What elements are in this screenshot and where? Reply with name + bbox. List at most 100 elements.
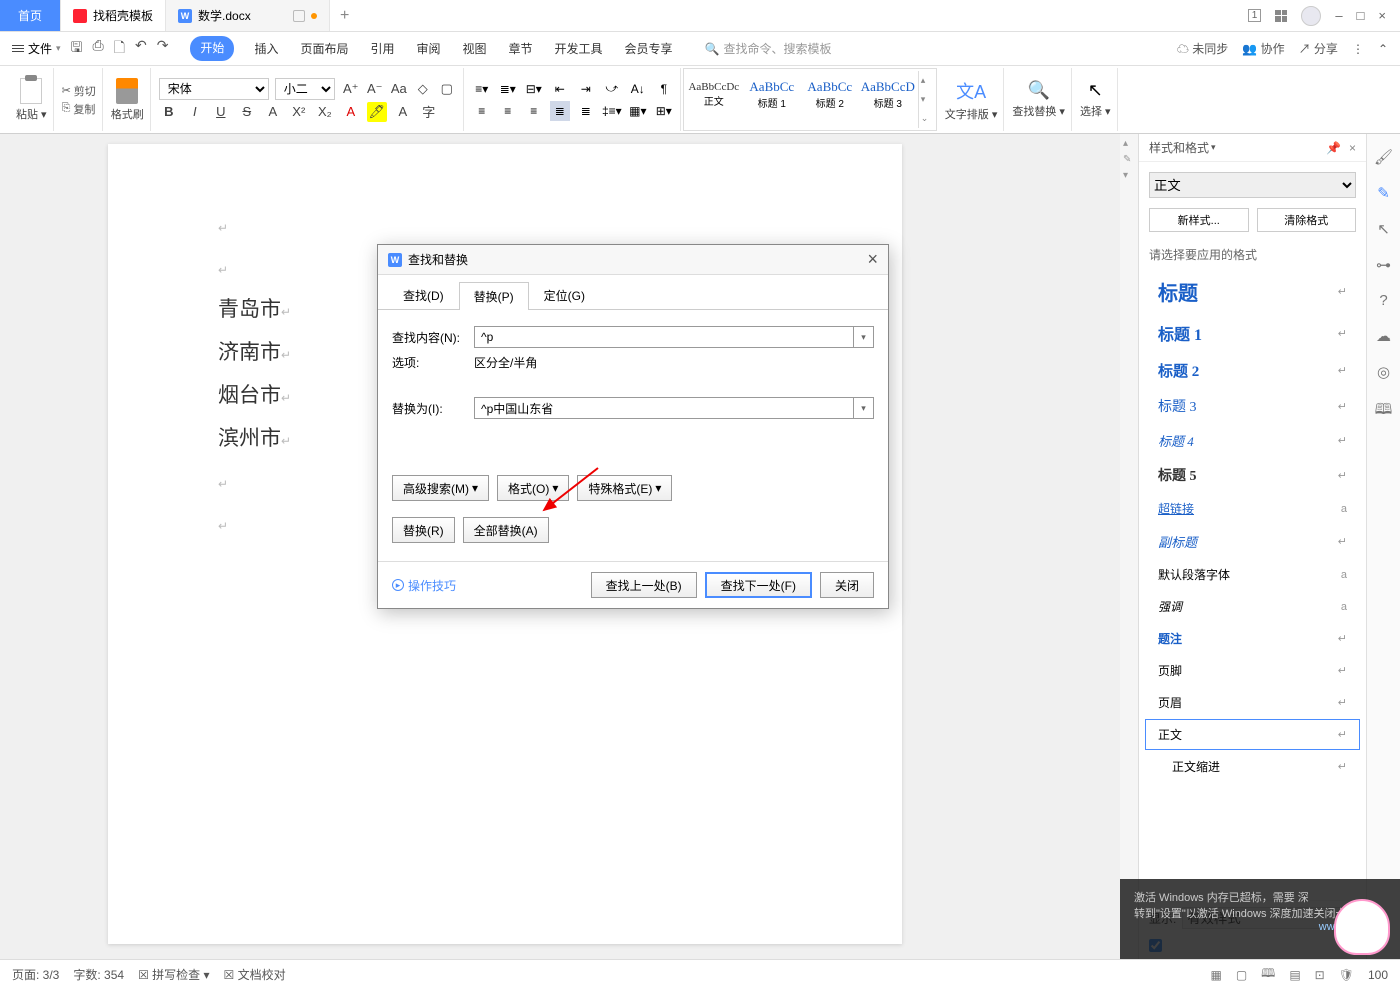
- grow-font-icon[interactable]: A⁺: [341, 79, 361, 99]
- close-panel-icon[interactable]: ×: [1349, 141, 1356, 155]
- style-heading3[interactable]: AaBbCcD标题 3: [860, 71, 916, 117]
- tab-replace[interactable]: 替换(P): [459, 282, 529, 310]
- tab-icon[interactable]: ⤻: [602, 79, 622, 99]
- current-style-select[interactable]: 正文: [1149, 172, 1356, 198]
- char-border-icon[interactable]: 字: [419, 102, 439, 122]
- style-item[interactable]: 题注↵: [1145, 623, 1360, 654]
- view-read-icon[interactable]: 🕮: [1261, 964, 1275, 985]
- word-count[interactable]: 字数: 354: [73, 966, 124, 983]
- bullet-list-icon[interactable]: ≡▾: [472, 79, 492, 99]
- menu-start[interactable]: 开始: [190, 36, 234, 61]
- style-item[interactable]: 副标题↵: [1145, 525, 1360, 558]
- page-status[interactable]: 页面: 3/3: [12, 966, 59, 983]
- showmarks-icon[interactable]: ¶: [654, 79, 674, 99]
- redo-icon[interactable]: ↷: [157, 37, 169, 61]
- font-size-select[interactable]: 小二: [275, 78, 335, 100]
- style-item[interactable]: 超链接a: [1145, 493, 1360, 524]
- zoom-value[interactable]: 100: [1368, 968, 1388, 982]
- view-nav-icon[interactable]: ▦: [1210, 968, 1221, 982]
- underline-icon[interactable]: U: [211, 102, 231, 122]
- number-list-icon[interactable]: ≣▾: [498, 79, 518, 99]
- target-icon[interactable]: ◎: [1377, 363, 1390, 381]
- tabcount-badge[interactable]: 1: [1248, 9, 1262, 22]
- line-spacing-icon[interactable]: ‡≡▾: [602, 101, 622, 121]
- style-heading1[interactable]: AaBbCc标题 1: [744, 71, 800, 117]
- fontcolor-icon[interactable]: A: [341, 102, 361, 122]
- text-effect-icon[interactable]: A: [263, 102, 283, 122]
- align-center-icon[interactable]: ≡: [498, 101, 518, 121]
- style-item[interactable]: 标题 1↵: [1145, 314, 1360, 352]
- cloud-icon[interactable]: ☁: [1376, 327, 1391, 345]
- preview-icon[interactable]: 🗋: [114, 37, 125, 61]
- style-item[interactable]: 页脚↵: [1145, 655, 1360, 686]
- italic-icon[interactable]: I: [185, 102, 205, 122]
- tab-window-icon[interactable]: [293, 10, 305, 22]
- menu-references[interactable]: 引用: [368, 36, 396, 61]
- shrink-font-icon[interactable]: A⁻: [365, 79, 385, 99]
- bold-icon[interactable]: B: [159, 102, 179, 122]
- highlight-icon[interactable]: 🖊: [367, 102, 387, 122]
- style-item[interactable]: 标题 2↵: [1145, 353, 1360, 388]
- tab-document[interactable]: W 数学.docx: [166, 0, 330, 31]
- print-icon[interactable]: ⎙: [92, 37, 103, 61]
- style-heading2[interactable]: AaBbCc标题 2: [802, 71, 858, 117]
- scrolldown-icon[interactable]: ▾: [1123, 170, 1135, 182]
- cursor-icon[interactable]: ↖: [1377, 220, 1390, 238]
- change-case-icon[interactable]: Aa: [389, 79, 409, 99]
- find-input[interactable]: [474, 326, 854, 348]
- align-distribute-icon[interactable]: ≣: [576, 101, 596, 121]
- tab-goto[interactable]: 定位(G): [529, 281, 600, 309]
- pin-icon[interactable]: 📌: [1326, 141, 1341, 155]
- paste-icon[interactable]: [20, 78, 42, 104]
- replace-all-button[interactable]: 全部替换(A): [463, 517, 549, 543]
- command-search[interactable]: 🔍 查找命令、搜索模板: [705, 40, 832, 57]
- textdir-group[interactable]: 文A 文字排版 ▾: [939, 68, 1005, 131]
- style-item[interactable]: 强调a: [1145, 591, 1360, 622]
- edit-icon[interactable]: ✎: [1377, 184, 1390, 202]
- char-shading-icon[interactable]: A: [393, 102, 413, 122]
- menu-pagelayout[interactable]: 页面布局: [298, 36, 350, 61]
- replace-dropdown-icon[interactable]: ▾: [854, 397, 874, 419]
- border-icon[interactable]: ▢: [437, 79, 457, 99]
- menu-vip[interactable]: 会员专享: [623, 36, 675, 61]
- style-item[interactable]: 页眉↵: [1145, 687, 1360, 718]
- avatar[interactable]: [1301, 6, 1321, 26]
- scrollup-icon[interactable]: ▴: [1123, 138, 1135, 150]
- brush-icon[interactable]: 🖌: [1374, 148, 1393, 166]
- shield-icon[interactable]: 🛡: [1339, 968, 1354, 982]
- file-menu[interactable]: 文件▾: [12, 40, 61, 57]
- sync-button[interactable]: ☁ 未同步: [1177, 40, 1228, 57]
- apps-icon[interactable]: [1275, 10, 1287, 22]
- dialog-titlebar[interactable]: W 查找和替换 ×: [378, 245, 888, 275]
- paste-label[interactable]: 粘贴 ▾: [16, 106, 47, 122]
- dialog-close-icon[interactable]: ×: [867, 249, 878, 270]
- style-item[interactable]: 正文缩进↵: [1145, 751, 1360, 782]
- style-item[interactable]: 标题↵: [1145, 270, 1360, 313]
- style-item[interactable]: 默认段落字体a: [1145, 559, 1360, 590]
- select-group[interactable]: ↖ 选择 ▾: [1074, 68, 1118, 131]
- find-dropdown-icon[interactable]: ▾: [854, 326, 874, 348]
- style-item[interactable]: 标题 3↵: [1145, 389, 1360, 423]
- tab-add-button[interactable]: +: [330, 0, 360, 31]
- cut-button[interactable]: ✂ 剪切: [62, 83, 96, 99]
- tab-home[interactable]: 首页: [0, 0, 61, 31]
- clear-format-icon[interactable]: ◇: [413, 79, 433, 99]
- menu-insert[interactable]: 插入: [252, 36, 280, 61]
- font-family-select[interactable]: 宋体: [159, 78, 269, 100]
- style-item[interactable]: 正文↵: [1145, 719, 1360, 750]
- menu-devtools[interactable]: 开发工具: [553, 36, 605, 61]
- view-web-icon[interactable]: ▤: [1289, 968, 1300, 982]
- proofread-button[interactable]: ☒ 文档校对: [224, 966, 286, 983]
- tips-link[interactable]: ▸操作技巧: [392, 577, 456, 594]
- bookmark-icon[interactable]: 🕮: [1375, 399, 1393, 424]
- shading-icon[interactable]: ▦▾: [628, 101, 648, 121]
- collab-button[interactable]: 👥 协作: [1242, 40, 1284, 57]
- maximize-button[interactable]: □: [1357, 8, 1365, 23]
- style-body[interactable]: AaBbCcDc正文: [686, 71, 742, 117]
- pen-icon[interactable]: ✎: [1123, 154, 1135, 166]
- align-left-icon[interactable]: ≡: [472, 101, 492, 121]
- close-button[interactable]: ×: [1378, 8, 1386, 23]
- close-button[interactable]: 关闭: [820, 572, 874, 598]
- sort-icon[interactable]: A↓: [628, 79, 648, 99]
- save-icon[interactable]: 🖫: [71, 37, 83, 61]
